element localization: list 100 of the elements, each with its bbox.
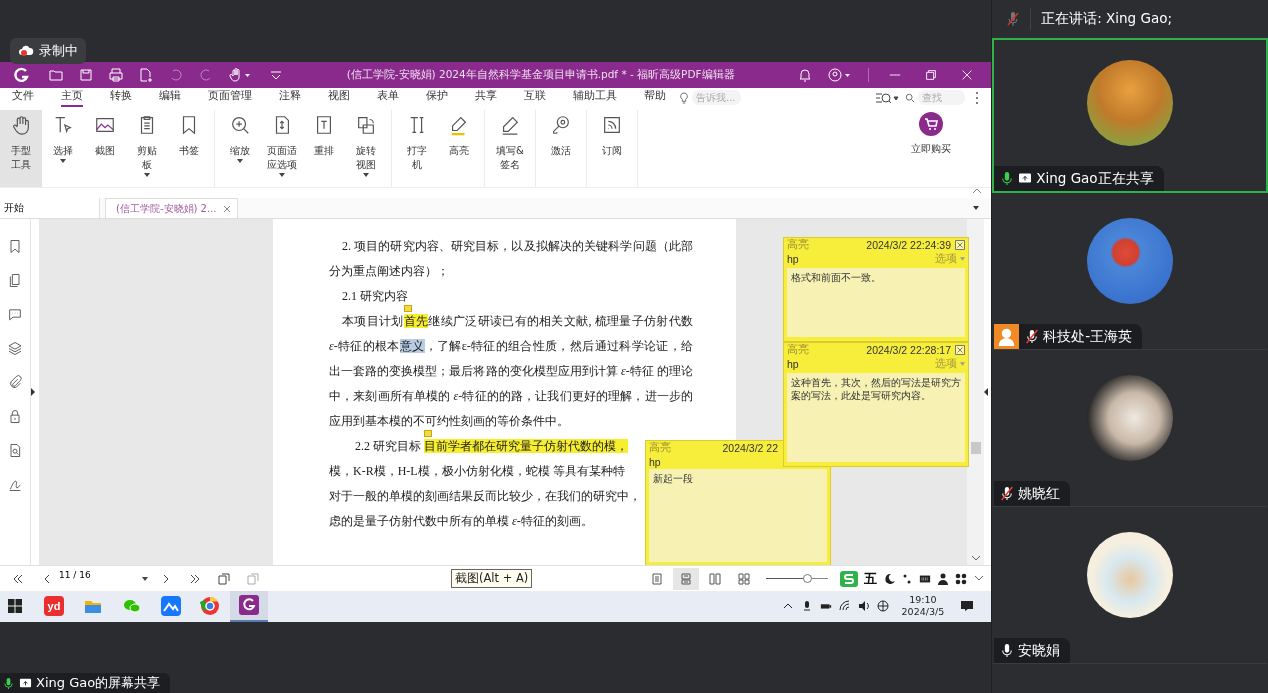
print-icon[interactable] (108, 66, 124, 83)
input-mode-label[interactable]: 五 (864, 569, 878, 588)
screen-share-icon (19, 676, 32, 690)
document-tab[interactable]: (信工学院-安晓娟) 2... (105, 198, 238, 219)
ribbon-button[interactable]: 剪贴板 (126, 109, 168, 188)
ribbon-button[interactable]: 旋转视图 (345, 109, 387, 188)
participant-name: 姚晓红 (1018, 484, 1061, 503)
sidebar-tool-icon[interactable] (7, 442, 23, 460)
scrollbar-thumb[interactable] (971, 442, 982, 455)
ribbon-button[interactable]: 页面适应选项 (261, 109, 303, 188)
note-date: 2024/3/2 22 (722, 442, 778, 455)
first-page-icon[interactable] (12, 572, 24, 585)
browser-icon (200, 596, 220, 617)
grid-icon[interactable] (955, 572, 968, 585)
start-icon[interactable] (7, 598, 23, 615)
ribbon-button[interactable]: 书签 (168, 109, 210, 188)
last-page-icon[interactable] (189, 572, 201, 585)
moon-icon[interactable] (883, 572, 896, 585)
tell-me-field[interactable]: 告诉我... (692, 90, 741, 106)
note-date: 2024/3/2 22:28:17 (866, 344, 951, 357)
single-page-icon (651, 572, 664, 585)
note-type: 高亮 (787, 238, 809, 253)
scroll-down-icon[interactable] (975, 576, 984, 582)
participant-tile[interactable]: 科技处-王海英 (992, 195, 1268, 350)
ribbon-button[interactable]: 高亮 (438, 109, 480, 188)
buy-now-button[interactable]: 立即购买 (905, 109, 958, 188)
restore-icon[interactable] (924, 67, 939, 82)
ribbon-button[interactable]: 激活 (540, 109, 582, 188)
menu-tab[interactable]: 编辑 (159, 88, 181, 107)
paragraph-line: 模，K-R模，H-L模，极小仿射化模，蛇模 等具有某种特 (329, 463, 625, 481)
start-field[interactable]: 开始 (0, 198, 100, 219)
microphone-icon (2, 676, 15, 690)
new-document-icon[interactable] (138, 66, 154, 83)
ribbon-button[interactable]: 填写&签名 (489, 109, 531, 188)
copy-page-icon[interactable] (218, 572, 230, 585)
menu-tab[interactable]: 保护 (426, 88, 448, 107)
menu-tab[interactable]: 注释 (279, 88, 301, 107)
two-page-icon (709, 572, 722, 585)
participant-name: 科技处-王海英 (1043, 327, 1133, 346)
participant-tile[interactable]: 姚晓红 (992, 352, 1268, 507)
menu-tab[interactable]: 辅助工具 (573, 88, 617, 107)
close-icon[interactable] (955, 240, 965, 251)
more-icon[interactable] (975, 90, 980, 105)
ribbon-button[interactable]: 选择 (42, 109, 84, 188)
tab-list-caret-icon[interactable] (973, 206, 980, 211)
ribbon-button[interactable]: 重排 (303, 109, 345, 188)
note-author: hp (787, 253, 799, 266)
muted-microphone-icon[interactable] (1006, 11, 1021, 27)
grid-pages-icon (738, 572, 751, 585)
wifi-icon[interactable] (838, 600, 851, 613)
comment-field[interactable]: 格式和前面不一致。 (787, 268, 965, 338)
caret-icon (144, 172, 150, 177)
volume-icon[interactable] (857, 600, 870, 613)
participant-tile[interactable]: Xing Gao正在共享 (992, 38, 1268, 193)
menu-tab[interactable]: 互联 (524, 88, 546, 107)
menu-tab[interactable]: 共享 (475, 88, 497, 107)
clock-date[interactable]: 2024/3/5 (901, 606, 945, 619)
mountain-app-icon (161, 596, 181, 617)
ribbon-button[interactable]: 手型工具 (0, 109, 42, 188)
ribbon-button[interactable]: 截图 (84, 109, 126, 188)
menu-tab[interactable]: 帮助 (644, 88, 666, 107)
caret-icon (960, 362, 965, 367)
menu-tab[interactable]: 视图 (328, 88, 350, 107)
person-icon[interactable] (937, 572, 950, 585)
menu-tab[interactable]: 表单 (377, 88, 399, 107)
participant-tile[interactable]: 安晓娟 (992, 509, 1268, 664)
menu-tab[interactable]: 主页 (61, 88, 83, 107)
notification-icon[interactable] (960, 600, 975, 613)
scroll-down-icon[interactable] (972, 556, 981, 562)
menu-tab[interactable]: 页面管理 (208, 88, 252, 107)
search-field[interactable]: 查找 (918, 90, 966, 106)
menu-tab[interactable]: 转换 (110, 88, 132, 107)
sidebar-tool-icon[interactable] (7, 408, 23, 426)
note-type: 高亮 (787, 343, 809, 358)
sidebar-tool-icon[interactable] (7, 272, 23, 290)
comment-field[interactable]: 新起一段 (649, 469, 827, 563)
menu-tab[interactable]: 文件 (12, 88, 34, 107)
sidebar-tool-icon[interactable] (7, 340, 23, 358)
recording-icon (18, 43, 34, 59)
caret-icon (363, 172, 369, 177)
taskbar-app[interactable] (230, 591, 268, 622)
taskbar-app[interactable]: yd (35, 591, 73, 622)
ribbon-button[interactable]: 订阅 (591, 109, 633, 188)
view-mode-button[interactable] (673, 567, 700, 590)
clock-time[interactable]: 19:10 (909, 594, 937, 607)
close-icon[interactable] (222, 204, 231, 213)
key-icon (550, 113, 572, 136)
ribbon-button[interactable]: 打字机 (396, 109, 438, 188)
sidebar-tool-icon[interactable] (7, 306, 23, 324)
save-icon[interactable] (78, 66, 94, 83)
close-icon[interactable] (955, 345, 965, 356)
search-icon (905, 91, 916, 104)
sidebar-tool-icon[interactable] (7, 238, 23, 256)
search-options-icon[interactable] (875, 90, 900, 105)
collapse-ribbon-icon[interactable] (973, 188, 982, 194)
paragraph: 2.1 研究内容 (341, 288, 409, 306)
comment-field[interactable]: 这种首先，其次，然后的写法是研究方案的写法，此处是写研究内容。 (787, 373, 965, 463)
input-method-logo-icon[interactable] (840, 570, 859, 587)
ribbon-button[interactable]: 缩放 (219, 109, 261, 188)
input-language-icon[interactable] (876, 600, 889, 613)
